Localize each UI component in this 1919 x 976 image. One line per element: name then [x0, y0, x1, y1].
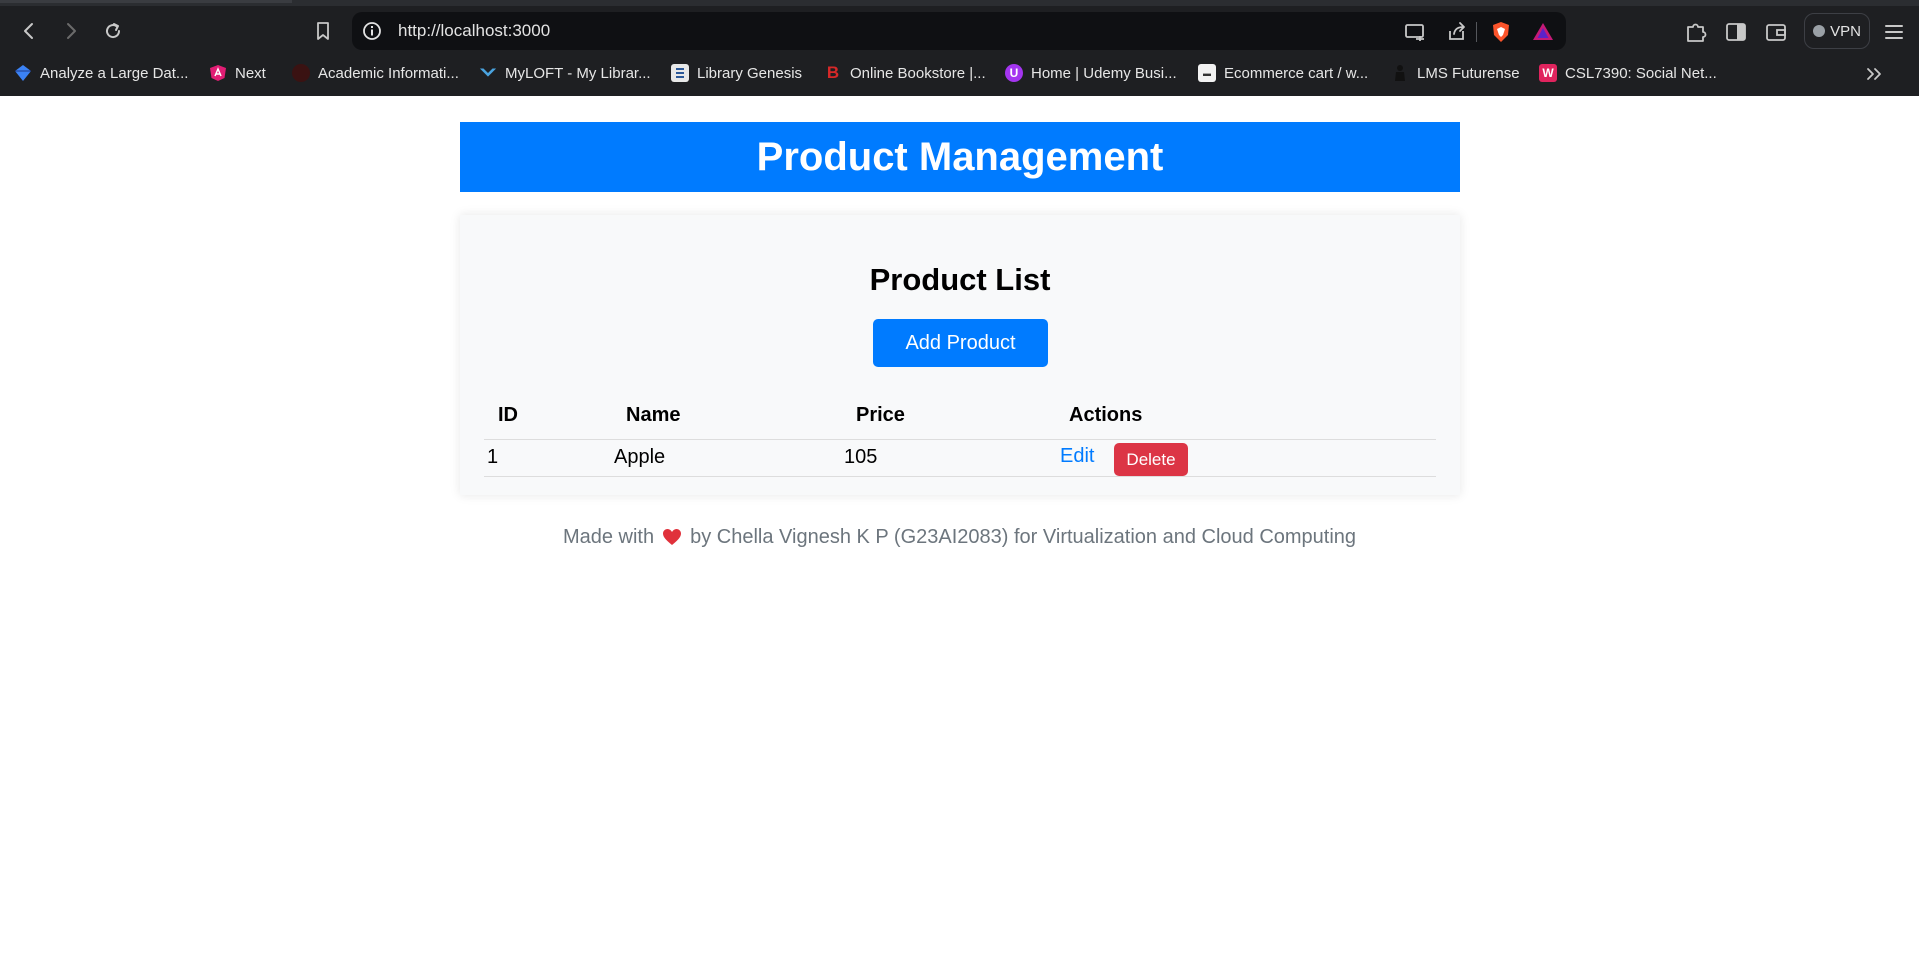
product-list-card: Product List Add Product ID Name Price A…: [460, 215, 1460, 495]
back-button[interactable]: [12, 14, 46, 48]
chevron-double-right-icon[interactable]: [1862, 64, 1886, 84]
heart-icon: [663, 529, 682, 545]
edit-link[interactable]: Edit: [1060, 440, 1094, 472]
browser-chrome: http://localhost:3000 VPN Analyze a Larg…: [0, 0, 1919, 96]
app-header: Product Management: [460, 122, 1460, 192]
cart-icon: ▬: [1198, 64, 1216, 82]
person-icon: [1391, 64, 1409, 82]
footer-credit: by Chella Vignesh K P (G23AI2083) for Vi…: [690, 526, 1357, 548]
udemy-icon: U: [1005, 64, 1023, 82]
share-icon[interactable]: [1446, 21, 1468, 43]
wallet-icon[interactable]: [1764, 20, 1788, 44]
add-product-button[interactable]: Add Product: [873, 319, 1048, 367]
footer-prefix: Made with: [562, 526, 655, 548]
browser-toolbar: http://localhost:3000 VPN: [0, 8, 1919, 54]
brave-rewards-icon[interactable]: [1532, 21, 1554, 43]
column-header-name: Name: [626, 404, 681, 426]
active-tab-edge[interactable]: [0, 0, 292, 3]
vpn-label: VPN: [1830, 22, 1861, 40]
app-title: Product Management: [756, 134, 1164, 179]
b-icon: B: [826, 63, 840, 82]
reload-button[interactable]: [96, 14, 130, 48]
cell-price: 105: [844, 446, 878, 468]
bookmark-item[interactable]: Analyze a Large Dat...: [14, 62, 188, 84]
sidebar-icon[interactable]: [1724, 20, 1748, 44]
bookmark-item[interactable]: Academic Informati...: [292, 62, 459, 84]
list-title: Product List: [869, 262, 1051, 297]
w-icon: W: [1539, 64, 1557, 82]
bookmark-button[interactable]: [306, 14, 340, 48]
bookmarks-bar: Analyze a Large Dat... Next Academic Inf…: [0, 58, 1919, 88]
cast-icon[interactable]: [1404, 21, 1426, 43]
delete-button[interactable]: Delete: [1114, 443, 1188, 476]
circle-icon: [292, 64, 310, 82]
book-icon: [671, 64, 689, 82]
site-info-icon[interactable]: [362, 21, 382, 41]
cell-id: 1: [487, 446, 499, 468]
brave-shields-icon[interactable]: [1490, 21, 1512, 43]
bookmark-item[interactable]: Library Genesis: [671, 62, 802, 84]
tab-strip: [0, 0, 1919, 6]
vpn-button[interactable]: VPN: [1804, 13, 1870, 49]
column-header-price: Price: [856, 404, 905, 426]
bookmark-item[interactable]: U Home | Udemy Busi...: [1005, 62, 1177, 84]
address-bar[interactable]: http://localhost:3000: [352, 12, 1566, 50]
bookmark-item[interactable]: MyLOFT - My Librar...: [479, 62, 651, 84]
cell-name: Apple: [614, 446, 666, 468]
url-text[interactable]: http://localhost:3000: [398, 12, 550, 50]
row-divider: [484, 476, 1436, 477]
bookmark-item[interactable]: Next: [209, 62, 266, 84]
forward-button[interactable]: [54, 14, 88, 48]
diamond-icon: [14, 64, 32, 82]
forward-arrow-icon: [67, 23, 76, 39]
myloft-icon: [479, 64, 497, 82]
bookmark-item[interactable]: ▬ Ecommerce cart / w...: [1198, 62, 1368, 84]
vpn-status-icon: [1813, 25, 1826, 37]
extensions-icon[interactable]: [1684, 20, 1708, 44]
bookmark-item[interactable]: LMS Futurense: [1391, 62, 1520, 84]
address-separator: [1476, 22, 1477, 42]
reload-icon: [106, 23, 121, 39]
column-header-id: ID: [498, 404, 518, 426]
bookmark-item[interactable]: W CSL7390: Social Net...: [1539, 62, 1717, 84]
footer: Made with by Chella Vignesh K P (G23AI208…: [0, 526, 1919, 549]
bookmark-item[interactable]: B Online Bookstore |...: [824, 62, 986, 84]
page-content: Product Management Product List Add Prod…: [0, 96, 1919, 976]
angular-icon: [209, 64, 227, 82]
column-header-actions: Actions: [1069, 404, 1143, 426]
menu-icon[interactable]: [1882, 20, 1906, 44]
back-arrow-icon: [24, 23, 33, 39]
bookmark-icon: [317, 22, 329, 40]
